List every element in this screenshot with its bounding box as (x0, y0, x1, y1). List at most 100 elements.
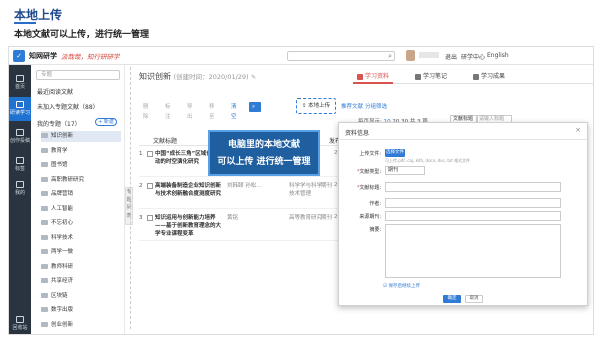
file-format-hint: 可上传.pdf,.caj,.kdh,.docx,.doc,.txt 格式文件 (385, 158, 471, 163)
ok-button[interactable]: 确定 (443, 295, 461, 303)
slide-title: 本地上传 (14, 8, 63, 22)
name-label: *文献标题: (356, 185, 381, 191)
row-checkbox[interactable] (147, 215, 153, 221)
pen-icon (16, 129, 24, 136)
folder-label: 图书馆 (51, 162, 68, 168)
tab-notes[interactable]: 学习笔记 (411, 70, 451, 84)
search-add-button[interactable]: ⌕ 检索添加 (249, 102, 261, 150)
mark-button[interactable]: 标注 (165, 102, 171, 120)
folder-icon (41, 249, 48, 254)
dialog-divider (339, 139, 587, 140)
row-title[interactable]: 高端装备制造企业知识创新与技术创新融合度测度研究 (155, 182, 225, 198)
delete-button[interactable]: 删除 (143, 102, 149, 120)
abstract-label-text: 摘要: (369, 227, 381, 233)
trash-icon (16, 316, 24, 323)
rail-mine-label: 我的 (14, 190, 25, 196)
file-label-text: 上传文件: (359, 151, 381, 157)
home-icon (16, 75, 24, 82)
results-icon (473, 73, 479, 80)
export-button[interactable]: 导出 (187, 102, 193, 120)
new-topic-button[interactable]: + 新建 (95, 118, 117, 126)
folder-icon (41, 133, 48, 138)
topic-title: 知识创新 (139, 72, 171, 81)
global-search-input[interactable]: ⌕ (287, 51, 395, 61)
topic-search-input[interactable]: 专题 (36, 70, 120, 80)
app-logo-icon[interactable]: ✓ (13, 50, 25, 62)
abstract-textarea[interactable] (385, 224, 561, 278)
topic-list-collapse[interactable]: 专题列表 (125, 187, 133, 225)
folder-item[interactable]: 数字出版 (41, 305, 121, 316)
tab-results[interactable]: 学习成果 (469, 70, 509, 84)
nav-english[interactable]: English (487, 52, 509, 59)
tab-materials[interactable]: 学习资料 (353, 70, 394, 84)
rail-mine[interactable]: 我的 (9, 177, 31, 199)
unfiled-docs-link[interactable]: 未加入专题文献（88） (37, 102, 99, 111)
book-icon (16, 101, 24, 108)
source-label-text: 来源期刊: (359, 214, 381, 220)
folder-label: 不忘初心 (51, 220, 74, 226)
row-checkbox[interactable] (147, 151, 153, 157)
rail-recycle[interactable]: 回收站 (9, 313, 31, 333)
folder-label: 教育学 (51, 147, 68, 154)
local-upload-button[interactable]: ⇪ 本地上传 (296, 98, 336, 114)
folder-label: 两学一做 (51, 249, 74, 255)
row-title[interactable]: 知识运用与创新能力培养——基于创新教育理念的大学专业课程变革 (155, 214, 225, 238)
keep-uploading-label: 保存后继续上传 (388, 284, 420, 289)
folder-item[interactable]: 创业创新 (41, 320, 121, 331)
folder-item[interactable]: 图书馆 (41, 160, 121, 171)
slide-subtitle: 本地文献可以上传，进行统一管理 (14, 30, 150, 40)
source-input[interactable] (385, 211, 561, 221)
cancel-button[interactable]: 取消 (465, 295, 483, 303)
rail-study[interactable]: 研读学习 (9, 97, 31, 121)
my-topics-header[interactable]: 我的专题（17） (37, 119, 81, 128)
keep-uploading-checkbox[interactable]: ☑ 保存后继续上传 (383, 283, 420, 289)
materials-icon (357, 73, 363, 80)
doc-type-select[interactable]: 期刊 (385, 166, 425, 175)
rail-home[interactable]: 首页 (9, 71, 31, 93)
folder-item[interactable]: 教师科研 (41, 262, 121, 273)
group-filter-button[interactable]: 分组筛选 (365, 102, 387, 112)
tab-bar: 学习资料 学习笔记 学习成果 (353, 70, 593, 84)
rail-tags[interactable]: 标签 (9, 153, 31, 175)
folder-item[interactable]: 品牌营销 (41, 189, 121, 200)
folder-item[interactable]: 教育学 (41, 146, 121, 157)
folder-icon (41, 147, 48, 153)
material-info-dialog: 资料信息 × 上传文件: 选择文件 可上传.pdf,.caj,.kdh,.doc… (338, 122, 588, 306)
row-author: 黄铭 (227, 215, 239, 221)
callout-line-2: 可以上传 进行统一管理 (217, 157, 311, 167)
folder-item[interactable]: 区块链 (41, 291, 121, 302)
folder-label: 共享经济 (51, 278, 74, 284)
title-underline (14, 22, 36, 24)
row-index: 3 (139, 215, 143, 221)
folder-icon (41, 292, 48, 298)
folder-item[interactable]: 不忘初心 (41, 218, 121, 229)
recommend-button[interactable]: 推荐文献 (341, 102, 363, 112)
folder-item[interactable]: 两学一做 (41, 247, 121, 258)
rail-write[interactable]: 创作投稿 (9, 125, 31, 149)
folder-item[interactable]: 人工智能 (41, 204, 121, 215)
recent-docs-link[interactable]: 最近阅读文献 (37, 87, 73, 96)
choose-file-button[interactable]: 选择文件 (385, 149, 405, 157)
folder-item[interactable]: 共享经济 (41, 276, 121, 287)
clear-button[interactable]: 清空 (231, 102, 237, 120)
folder-label: 数字出版 (51, 307, 74, 313)
edit-icon[interactable]: ✎ (251, 74, 256, 81)
move-button[interactable]: 移至 (209, 102, 215, 120)
search-icon[interactable]: ⌕ (388, 52, 392, 61)
row-checkbox[interactable] (147, 183, 153, 189)
col-title[interactable]: 文献标题 (153, 136, 177, 145)
rail-tags-label: 标签 (14, 166, 25, 172)
close-icon[interactable]: × (575, 126, 581, 134)
user-name-placeholder[interactable] (419, 52, 439, 58)
folder-item[interactable]: 科学技术 (41, 233, 121, 244)
nav-logout[interactable]: 退出 (445, 52, 457, 61)
nav-study-center[interactable]: 研学中心 (461, 52, 485, 61)
folder-label: 教师科研 (51, 263, 74, 270)
doc-title-input[interactable] (385, 182, 561, 192)
tag-icon (16, 157, 24, 164)
folder-item[interactable]: 知识创新 (41, 131, 121, 142)
author-input[interactable] (385, 198, 561, 208)
folder-item[interactable]: 高职教研研究 (41, 175, 121, 186)
avatar[interactable] (406, 50, 415, 61)
rail-home-label: 首页 (14, 84, 25, 90)
